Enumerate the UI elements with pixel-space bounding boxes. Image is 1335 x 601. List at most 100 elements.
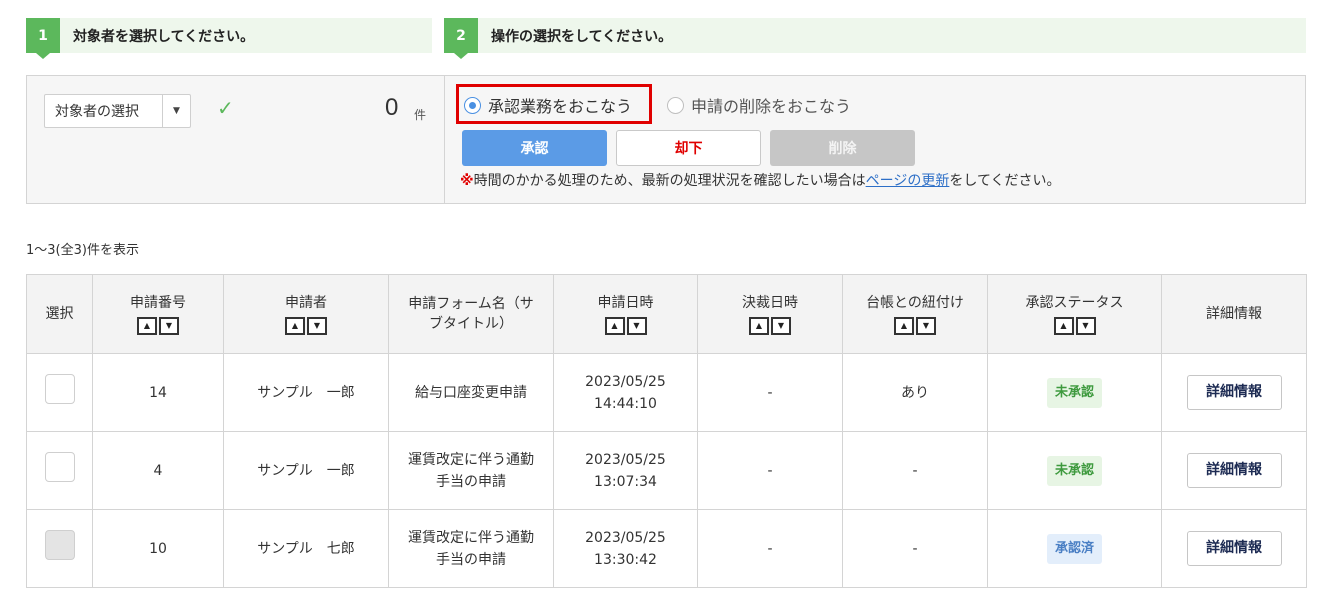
sort-asc-icon[interactable]: ▲ xyxy=(894,317,914,335)
table-row: 10 サンプル 七郎 運賃改定に伴う通勤 手当の申請 2023/05/25 13:3… xyxy=(26,509,1307,588)
header-ledger: 台帳との紐付け ▲ ▼ xyxy=(842,274,988,354)
status-badge: 未承認 xyxy=(1046,377,1102,408)
step-2-title: 操作の選択をしてください。 xyxy=(491,28,673,45)
row-app-date: 2023/05/25 13:30:42 xyxy=(553,509,698,588)
step-2-number: 2 xyxy=(444,18,478,59)
step-1-title: 対象者を選択してください。 xyxy=(73,28,255,45)
row-applicant: サンプル 七郎 xyxy=(223,509,389,588)
row-applicant: サンプル 一郎 xyxy=(223,353,389,432)
radio-delete[interactable]: 申請の削除をおこなう xyxy=(667,93,851,117)
notice-before: 時間のかかる処理のため、最新の処理状況を確認したい場合は xyxy=(473,173,866,189)
header-decision-date-label: 決裁日時 xyxy=(742,295,798,311)
radio-approve-label: 承認業務をおこなう xyxy=(488,97,633,116)
page-refresh-link[interactable]: ページの更新 xyxy=(866,173,950,189)
step-2-header: 2 操作の選択をしてください。 xyxy=(444,18,1306,59)
radio-approve[interactable]: 承認業務をおこなう xyxy=(464,93,632,117)
header-form-name-line1: 申請フォーム名（サ xyxy=(408,296,534,312)
detail-button[interactable]: 詳細情報 xyxy=(1186,375,1282,410)
sort-desc-icon[interactable]: ▼ xyxy=(771,317,791,335)
row-applicant: サンプル 一郎 xyxy=(223,431,389,510)
header-app-no: 申請番号 ▲ ▼ xyxy=(92,274,224,354)
row-ledger: - xyxy=(842,431,988,510)
approve-button[interactable]: 承認 xyxy=(462,130,607,166)
check-icon: ✓ xyxy=(217,96,234,120)
table-row: 4 サンプル 一郎 運賃改定に伴う通勤 手当の申請 2023/05/25 13:07… xyxy=(26,431,1307,510)
sort-asc-icon[interactable]: ▲ xyxy=(604,317,625,335)
row-status: 承認済 xyxy=(987,509,1162,588)
sort-asc-icon[interactable]: ▲ xyxy=(749,317,769,335)
row-detail: 詳細情報 xyxy=(1161,353,1307,432)
table-row: 14 サンプル 一郎 給与口座変更申請 2023/05/25 14:44:10 -… xyxy=(26,353,1307,432)
action-panel: 承認業務をおこなう 申請の削除をおこなう 承認 却下 削除 ※時間のかかる処理の… xyxy=(446,76,1305,203)
target-select-value: 対象者の選択 xyxy=(55,104,139,120)
row-status: 未承認 xyxy=(987,431,1162,510)
target-select[interactable]: 対象者の選択 ▼ xyxy=(44,94,191,128)
sort-asc-icon[interactable]: ▲ xyxy=(137,317,157,335)
step-1-number: 1 xyxy=(26,18,60,59)
row-decision-date: - xyxy=(697,353,843,432)
header-select: 選択 xyxy=(26,274,93,354)
row-decision-date: - xyxy=(697,431,843,510)
header-status-label: 承認ステータス xyxy=(1025,295,1124,311)
row-app-date: 2023/05/25 14:44:10 xyxy=(553,353,698,432)
row-form-name: 運賃改定に伴う通勤 手当の申請 xyxy=(388,509,554,588)
sort-desc-icon[interactable]: ▼ xyxy=(916,317,936,335)
header-form-name-line2: ブタイトル） xyxy=(429,316,513,332)
row-detail: 詳細情報 xyxy=(1161,431,1307,510)
header-detail: 詳細情報 xyxy=(1161,274,1307,354)
step-1-header: 1 対象者を選択してください。 xyxy=(26,18,432,59)
radio-delete-label: 申請の削除をおこなう xyxy=(691,97,852,116)
sort-desc-icon[interactable]: ▼ xyxy=(159,317,179,335)
notice-after: をしてください。 xyxy=(949,173,1061,189)
row-detail: 詳細情報 xyxy=(1161,509,1307,588)
row-form-name: 運賃改定に伴う通勤 手当の申請 xyxy=(388,431,554,510)
status-badge: 未承認 xyxy=(1046,455,1102,486)
row-checkbox-disabled xyxy=(44,530,75,560)
header-ledger-label: 台帳との紐付け xyxy=(866,295,964,311)
row-decision-date: - xyxy=(697,509,843,588)
radio-delete-indicator[interactable] xyxy=(667,96,684,114)
table-header-row: 選択 申請番号 ▲ ▼ 申請者 ▲ ▼ 申請フォーム名（サ ブタイトル） 申請日時 … xyxy=(26,274,1307,354)
sort-asc-icon[interactable]: ▲ xyxy=(285,317,305,335)
reject-button[interactable]: 却下 xyxy=(616,130,761,166)
status-badge: 承認済 xyxy=(1046,533,1102,564)
row-ledger: あり xyxy=(842,353,988,432)
row-status: 未承認 xyxy=(987,353,1162,432)
target-count: 0 xyxy=(385,94,399,121)
sort-desc-icon[interactable]: ▼ xyxy=(1075,317,1096,335)
header-app-date: 申請日時 ▲ ▼ xyxy=(553,274,698,354)
operation-panel: 対象者の選択 ▼ ✓ 0 件 承認業務をおこなう 申請の削除をおこなう 承認 却… xyxy=(26,75,1306,204)
row-app-no: 10 xyxy=(92,509,224,588)
target-count-unit: 件 xyxy=(414,108,427,122)
row-ledger: - xyxy=(842,509,988,588)
header-applicant-label: 申請者 xyxy=(285,295,327,311)
row-form-name: 給与口座変更申請 xyxy=(388,353,554,432)
target-panel: 対象者の選択 ▼ ✓ 0 件 xyxy=(27,76,445,203)
header-app-date-label: 申請日時 xyxy=(597,295,654,311)
row-app-no: 4 xyxy=(92,431,224,510)
header-status: 承認ステータス ▲ ▼ xyxy=(987,274,1162,354)
application-table: 選択 申請番号 ▲ ▼ 申請者 ▲ ▼ 申請フォーム名（サ ブタイトル） 申請日時 … xyxy=(26,274,1307,588)
row-select-cell xyxy=(26,431,93,510)
sort-asc-icon[interactable]: ▲ xyxy=(1053,317,1074,335)
row-select-cell xyxy=(26,509,93,588)
notice-text: ※時間のかかる処理のため、最新の処理状況を確認したい場合はページの更新をしてくだ… xyxy=(460,170,1061,190)
sort-desc-icon[interactable]: ▼ xyxy=(307,317,327,335)
sort-desc-icon[interactable]: ▼ xyxy=(626,317,647,335)
result-count: 1〜3(全3)件を表示 xyxy=(26,243,139,258)
radio-approve-indicator[interactable] xyxy=(464,96,481,114)
caret-down-icon[interactable]: ▼ xyxy=(162,95,190,127)
delete-button: 削除 xyxy=(770,130,915,166)
header-form-name: 申請フォーム名（サ ブタイトル） xyxy=(388,274,554,354)
header-decision-date: 決裁日時 ▲ ▼ xyxy=(697,274,843,354)
header-app-no-label: 申請番号 xyxy=(130,295,186,311)
row-select-cell xyxy=(26,353,93,432)
row-checkbox[interactable] xyxy=(44,374,75,404)
row-app-date: 2023/05/25 13:07:34 xyxy=(553,431,698,510)
notice-mark: ※ xyxy=(460,173,474,189)
detail-button[interactable]: 詳細情報 xyxy=(1186,531,1282,566)
detail-button[interactable]: 詳細情報 xyxy=(1186,453,1282,488)
row-app-no: 14 xyxy=(92,353,224,432)
row-checkbox[interactable] xyxy=(44,452,75,482)
header-applicant: 申請者 ▲ ▼ xyxy=(223,274,389,354)
